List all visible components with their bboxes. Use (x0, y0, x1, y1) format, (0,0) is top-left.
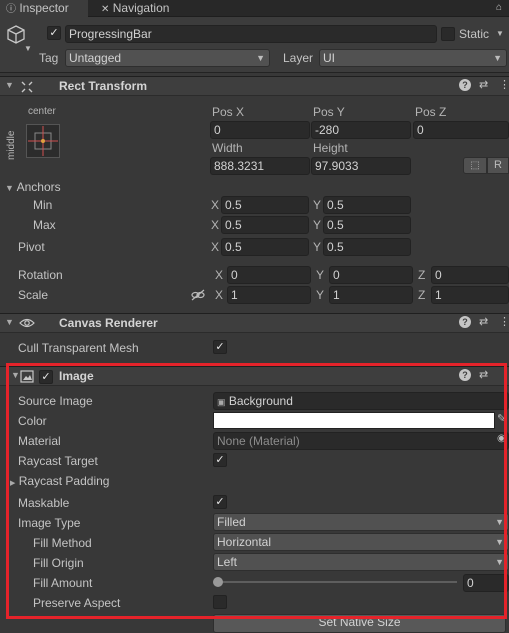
pivot-label: Pivot (18, 240, 45, 254)
active-checkbox[interactable]: ✓ (47, 26, 61, 40)
pos-y-field[interactable]: -280 (311, 121, 411, 139)
blueprint-mode-button[interactable]: ⬚ (463, 157, 487, 174)
tab-navigation-label: Navigation (112, 1, 170, 15)
scale-z-field[interactable]: 1 (431, 286, 509, 304)
scale-y-field[interactable]: 1 (329, 286, 413, 304)
pivot-y-field[interactable]: 0.5 (323, 238, 411, 256)
tab-inspector-label: Inspector (19, 1, 69, 15)
more-options-icon[interactable]: ⋮ (499, 315, 509, 328)
rotation-z-field[interactable]: 0 (431, 266, 509, 284)
height-label: Height (313, 141, 348, 155)
eye-icon (19, 318, 35, 328)
anchor-presets-button[interactable] (26, 124, 60, 158)
rotation-x-field[interactable]: 0 (227, 266, 311, 284)
pivot-y-axis-label: Y (313, 240, 322, 254)
checkmark-icon: ✓ (49, 27, 59, 39)
icon-dropdown-arrow-icon[interactable]: ▼ (24, 44, 32, 53)
pos-x-field[interactable]: 0 (210, 121, 310, 139)
rotation-label: Rotation (18, 268, 63, 282)
pivot-x-field[interactable]: 0.5 (221, 238, 309, 256)
tag-dropdown[interactable]: Untagged ▼ (65, 49, 270, 67)
checkmark-icon: ✓ (215, 341, 225, 353)
max-y-field[interactable]: 0.5 (323, 216, 411, 234)
min-label: Min (33, 198, 53, 212)
min-x-axis-label: X (211, 198, 220, 212)
more-options-icon[interactable]: ⋮ (499, 78, 509, 91)
static-dropdown-arrow-icon[interactable]: ▼ (496, 29, 504, 38)
foldout-arrow-icon: ▼ (5, 183, 14, 193)
constrain-proportions-icon[interactable] (191, 289, 205, 301)
raw-edit-button[interactable]: R (487, 157, 509, 174)
rect-transform-icon (21, 81, 33, 93)
pos-z-label: Pos Z (415, 105, 447, 119)
tag-label: Tag (39, 51, 59, 65)
anchor-vertical-label: middle (6, 130, 17, 160)
width-field[interactable]: 888.3231 (210, 157, 310, 175)
cull-transparent-mesh-checkbox[interactable]: ✓ (213, 340, 227, 354)
foldout-arrow-icon[interactable]: ▼ (5, 80, 14, 90)
scale-y-axis-label: Y (316, 288, 325, 302)
scale-x-axis-label: X (215, 288, 224, 302)
anchors-foldout[interactable]: ▼ Anchors (5, 180, 61, 194)
tab-bar: ⓘ Inspector ✕ Navigation ⌂ (0, 0, 509, 17)
foldout-arrow-icon[interactable]: ▼ (5, 317, 14, 327)
tab-inspector[interactable]: ⓘ Inspector (0, 0, 88, 17)
layer-value: UI (323, 51, 335, 65)
rect-transform-title: Rect Transform (59, 79, 148, 93)
max-y-axis-label: Y (313, 218, 322, 232)
anchors-label: Anchors (16, 180, 61, 194)
blueprint-icon: ⬚ (470, 160, 480, 171)
width-label: Width (212, 141, 243, 155)
chevron-down-icon: ▼ (256, 53, 265, 63)
min-x-field[interactable]: 0.5 (221, 196, 309, 214)
pos-z-field[interactable]: 0 (413, 121, 509, 139)
presets-icon[interactable]: ⇄ (479, 78, 488, 91)
rotation-y-field[interactable]: 0 (329, 266, 413, 284)
cull-transparent-mesh-label: Cull Transparent Mesh (18, 341, 139, 355)
tag-value: Untagged (69, 51, 122, 65)
static-checkbox[interactable] (441, 27, 455, 41)
inspector-icon: ⓘ (6, 4, 16, 15)
scale-x-field[interactable]: 1 (227, 286, 311, 304)
pivot-x-axis-label: X (211, 240, 220, 254)
rect-transform-header[interactable]: ▼ Rect Transform ? ⇄ ⋮ (0, 76, 509, 96)
pos-x-label: Pos X (212, 105, 245, 119)
min-y-axis-label: Y (313, 198, 322, 212)
object-name-input[interactable]: ProgressingBar (65, 25, 437, 43)
min-y-field[interactable]: 0.5 (323, 196, 411, 214)
canvas-renderer-title: Canvas Renderer (59, 316, 158, 330)
height-field[interactable]: 97.9033 (311, 157, 411, 175)
max-x-field[interactable]: 0.5 (221, 216, 309, 234)
navigation-icon: ✕ (101, 4, 110, 15)
help-icon[interactable]: ? (459, 79, 471, 91)
object-header: ▼ ✓ ProgressingBar Static ▼ Tag Untagged… (0, 17, 509, 73)
max-label: Max (33, 218, 56, 232)
highlight-box (6, 363, 507, 619)
scale-z-axis-label: Z (418, 288, 426, 302)
pos-y-label: Pos Y (313, 105, 345, 119)
scale-label: Scale (18, 288, 49, 302)
static-label: Static (459, 27, 490, 41)
rotation-y-axis-label: Y (316, 268, 325, 282)
max-x-axis-label: X (211, 218, 220, 232)
canvas-renderer-header[interactable]: ▼ Canvas Renderer ? ⇄ ⋮ (0, 313, 509, 333)
gameobject-cube-icon[interactable] (5, 24, 27, 46)
presets-icon[interactable]: ⇄ (479, 315, 488, 328)
anchor-horizontal-label: center (28, 106, 56, 117)
layer-dropdown[interactable]: UI ▼ (319, 49, 507, 67)
layer-label: Layer (283, 51, 314, 65)
rotation-x-axis-label: X (215, 268, 224, 282)
help-icon[interactable]: ? (459, 316, 471, 328)
rotation-z-axis-label: Z (418, 268, 426, 282)
lock-icon[interactable]: ⌂ (492, 0, 506, 16)
chevron-down-icon: ▼ (493, 53, 502, 63)
tab-navigation[interactable]: ✕ Navigation (101, 0, 211, 17)
